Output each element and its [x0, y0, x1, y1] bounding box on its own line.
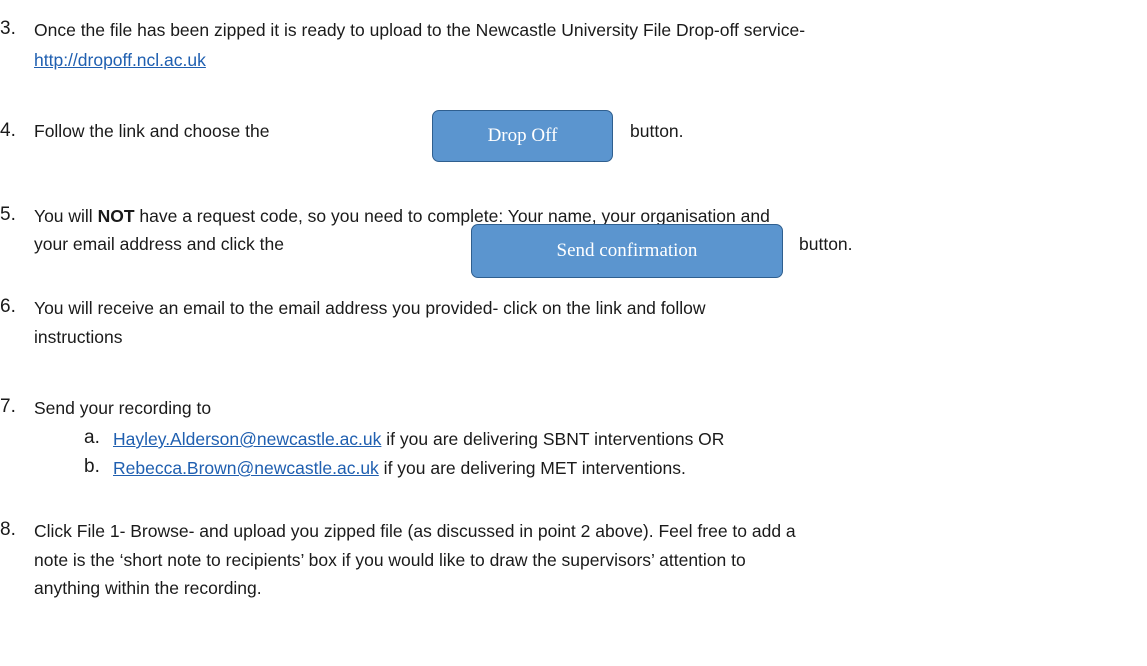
step-7a-text: if you are delivering SBNT interventions… — [381, 429, 725, 449]
step-8-line-1: Click File 1- Browse- and upload you zip… — [34, 521, 796, 541]
step-3-text: Once the file has been zipped it is read… — [34, 20, 806, 40]
step-7-text: Send your recording to — [34, 398, 212, 418]
step-4-after: button. — [630, 121, 684, 141]
step-8-line-3: anything within the recording. — [34, 578, 262, 598]
step-7b-letter: b. — [84, 456, 100, 477]
drop-off-button-label: Drop Off — [487, 125, 558, 146]
dropoff-link[interactable]: http://dropoff.ncl.ac.uk — [34, 50, 206, 70]
step-4-number: 4. — [0, 120, 16, 141]
step-5-number: 5. — [0, 204, 16, 225]
step-5-line-2: your email address and click the — [34, 234, 284, 254]
step-7a-letter: a. — [84, 427, 100, 448]
step-5-bold: NOT — [97, 206, 135, 226]
step-5-pre: You will — [34, 206, 98, 226]
drop-off-button[interactable]: Drop Off — [432, 110, 613, 162]
step-5-after: button. — [799, 234, 853, 254]
step-8-line-2: note is the ‘short note to recipients’ b… — [34, 550, 746, 570]
step-3-number: 3. — [0, 18, 16, 39]
step-7b-text: if you are delivering MET interventions. — [378, 458, 686, 478]
step-7-number: 7. — [0, 396, 16, 417]
step-5-post: have a request code, so you need to comp… — [134, 206, 770, 226]
step-7a-line: Hayley.Alderson@newcastle.ac.uk if you a… — [113, 428, 724, 450]
step-6-line-1: You will receive an email to the email a… — [34, 298, 706, 318]
step-8-number: 8. — [0, 519, 16, 540]
send-confirmation-button-label: Send confirmation — [556, 240, 698, 261]
hayley-email-link[interactable]: Hayley.Alderson@newcastle.ac.uk — [113, 429, 381, 449]
step-4-text: Follow the link and choose the — [34, 121, 270, 141]
step-7b-line: Rebecca.Brown@newcastle.ac.uk if you are… — [113, 457, 686, 479]
step-6-number: 6. — [0, 296, 16, 317]
send-confirmation-button[interactable]: Send confirmation — [471, 224, 783, 278]
rebecca-email-link[interactable]: Rebecca.Brown@newcastle.ac.uk — [113, 458, 379, 478]
step-6-line-2: instructions — [34, 327, 123, 347]
